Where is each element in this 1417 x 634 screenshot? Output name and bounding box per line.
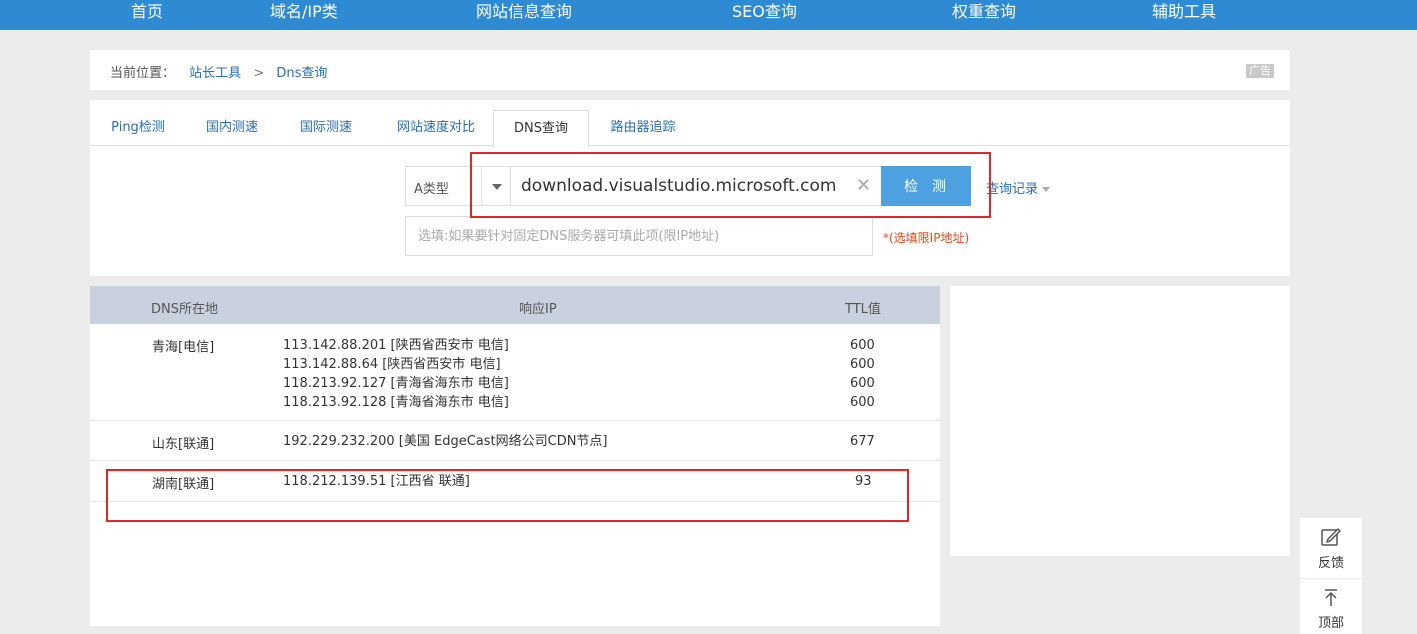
nav-item-home[interactable]: 首页 xyxy=(131,0,163,30)
nav-item-tools[interactable]: 辅助工具 xyxy=(1152,0,1216,30)
row-ip-list: 113.142.88.201 [陕西省西安市 电信] 113.142.88.64… xyxy=(283,336,509,412)
result-panel: DNS所在地 响应IP TTL值 青海[电信] 113.142.88.201 [… xyxy=(90,286,940,626)
tab-dns-query[interactable]: DNS查询 xyxy=(493,110,589,147)
query-history-label: 查询记录 xyxy=(986,182,1039,197)
feedback-button[interactable]: 反馈 xyxy=(1300,526,1362,571)
nav-item-seo[interactable]: SEO查询 xyxy=(732,0,797,30)
tab-speed-compare[interactable]: 网站速度对比 xyxy=(386,110,486,146)
breadcrumb: 当前位置： 站长工具 > Dns查询 xyxy=(110,62,327,81)
row-ip: 118.212.139.51 [江西省 联通] xyxy=(283,474,470,489)
dropdown-caret-icon xyxy=(1042,187,1051,192)
record-type-value: A类型 xyxy=(414,182,449,197)
row-ip: 118.213.92.127 [青海省海东市 电信] xyxy=(283,376,509,391)
tab-traceroute[interactable]: 路由器追踪 xyxy=(600,110,686,146)
feedback-label: 反馈 xyxy=(1317,556,1344,571)
row-ttl: 600 xyxy=(850,338,875,353)
ad-badge[interactable]: 广告 xyxy=(1246,64,1274,78)
breadcrumb-link-dns-query[interactable]: Dns查询 xyxy=(276,66,327,81)
row-ip-list: 192.229.232.200 [美国 EdgeCast网络公司CDN节点] xyxy=(283,432,608,451)
side-panel xyxy=(950,286,1290,556)
row-ip: 192.229.232.200 [美国 EdgeCast网络公司CDN节点] xyxy=(283,434,608,449)
row-location: 山东[联通] xyxy=(152,437,215,452)
query-history-link[interactable]: 查询记录 xyxy=(986,178,1051,197)
header-response-ip: 响应IP xyxy=(519,302,557,317)
nav-item-domain-ip[interactable]: 域名/IP类 xyxy=(270,0,338,30)
tool-panel: Ping检测 国内测速 国际测速 网站速度对比 DNS查询 路由器追踪 A类型 … xyxy=(90,100,1290,276)
breadcrumb-panel: 当前位置： 站长工具 > Dns查询 广告 xyxy=(90,50,1290,90)
row-ttl: 600 xyxy=(850,357,875,372)
breadcrumb-link-webmaster-tools[interactable]: 站长工具 xyxy=(189,66,241,81)
row-ttl: 600 xyxy=(850,376,875,391)
header-ttl: TTL值 xyxy=(845,302,881,317)
check-button[interactable]: 检测 xyxy=(881,166,971,206)
table-row: 山东[联通] 192.229.232.200 [美国 EdgeCast网络公司C… xyxy=(90,421,940,461)
tab-ping[interactable]: Ping检测 xyxy=(100,110,176,146)
result-table-header: DNS所在地 响应IP TTL值 xyxy=(90,286,940,324)
row-ttl: 677 xyxy=(850,434,875,449)
breadcrumb-prefix: 当前位置： xyxy=(110,66,176,81)
row-ttl-list: 93 xyxy=(855,472,872,491)
floating-toolbar: 反馈 顶部 xyxy=(1300,518,1362,634)
table-row: 湖南[联通] 118.212.139.51 [江西省 联通] 93 xyxy=(90,461,940,502)
clear-icon[interactable]: ✕ xyxy=(856,176,871,196)
tab-domestic-speed[interactable]: 国内测速 xyxy=(194,110,270,146)
back-to-top-label: 顶部 xyxy=(1317,616,1344,631)
nav-item-weight[interactable]: 权重查询 xyxy=(952,0,1016,30)
header-dns-location: DNS所在地 xyxy=(151,302,218,317)
tool-tabs: Ping检测 国内测速 国际测速 网站速度对比 DNS查询 路由器追踪 xyxy=(90,100,1290,147)
domain-input-wrapper: ✕ xyxy=(510,166,882,206)
floating-toolbar-divider xyxy=(1300,578,1362,579)
tab-international-speed[interactable]: 国际测速 xyxy=(288,110,364,146)
row-ttl-list: 677 xyxy=(850,432,875,451)
row-ip: 113.142.88.64 [陕西省西安市 电信] xyxy=(283,357,501,372)
table-row: 青海[电信] 113.142.88.201 [陕西省西安市 电信] 113.14… xyxy=(90,324,940,421)
arrow-up-icon xyxy=(1325,589,1337,606)
row-ip: 113.142.88.201 [陕西省西安市 电信] xyxy=(283,338,509,353)
caret-down-icon xyxy=(492,184,502,190)
nav-item-site-info[interactable]: 网站信息查询 xyxy=(476,0,572,30)
edit-icon xyxy=(1321,528,1341,546)
record-type-select[interactable]: A类型 xyxy=(405,166,511,206)
row-ttl: 600 xyxy=(850,395,875,410)
row-ttl: 93 xyxy=(855,474,872,489)
back-to-top-button[interactable]: 顶部 xyxy=(1300,588,1362,631)
top-navigation: 首页 域名/IP类 网站信息查询 SEO查询 权重查询 辅助工具 xyxy=(0,0,1417,30)
select-divider xyxy=(481,167,482,205)
row-ip-list: 118.212.139.51 [江西省 联通] xyxy=(283,472,470,491)
row-ttl-list: 600 600 600 600 xyxy=(850,336,875,412)
row-location: 湖南[联通] xyxy=(152,477,215,492)
row-location: 青海[电信] xyxy=(152,340,215,355)
breadcrumb-separator: > xyxy=(253,66,265,81)
domain-input[interactable] xyxy=(511,167,851,205)
row-ip: 118.213.92.128 [青海省海东市 电信] xyxy=(283,395,509,410)
dns-server-note: *(选填限IP地址) xyxy=(883,231,970,245)
dns-server-input[interactable] xyxy=(405,216,873,256)
